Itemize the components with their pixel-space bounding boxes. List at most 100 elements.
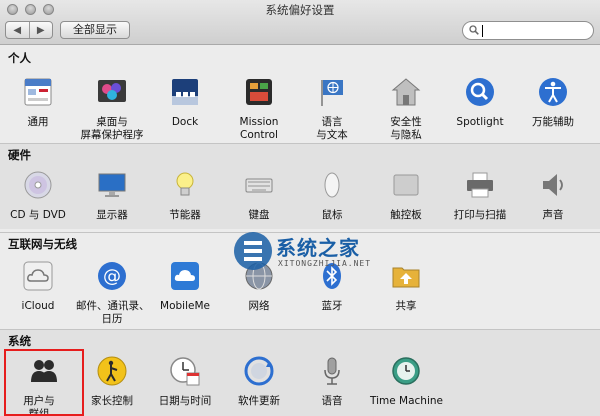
pref-icloud[interactable]: iCloud [2,260,74,313]
item-label: 家长控制 [91,395,133,407]
display-icon [98,173,126,197]
pref-software-update[interactable]: 软件更新 [223,355,295,408]
pref-cd-dvd[interactable]: CD 与 DVD [2,169,74,222]
time-machine-icon [392,357,420,385]
item-label: 蓝牙 [321,300,343,312]
search-input[interactable] [481,23,589,38]
section-label: 个人 [8,51,31,65]
item-label: 安全性 与隐私 [390,116,422,141]
watermark-text: 系统之家 [276,236,360,260]
system-preferences-window: 系统偏好设置 ◀ ▶ 全部显示 个人 通用 桌面与 屏幕保护程序 Dock Mi… [0,0,600,416]
item-label: 万能辅助 [532,116,574,128]
pref-dock[interactable]: Dock [149,76,221,129]
nav-buttons: ◀ ▶ [5,21,53,39]
spotlight-icon [466,78,494,106]
item-label: 键盘 [248,209,270,221]
pref-mobileme[interactable]: MobileMe [149,260,221,313]
trackpad-icon [393,174,419,196]
section-label: 硬件 [8,148,31,162]
watermark-subtext: XITONGZHIJIA.NET [278,259,372,268]
pref-time-machine[interactable]: Time Machine [370,355,443,408]
security-house-icon [391,78,421,106]
item-label: 显示器 [96,209,128,221]
back-button[interactable]: ◀ [6,22,29,38]
pref-desktop[interactable]: 桌面与 屏幕保护程序 [76,76,148,142]
text-caret [482,25,483,37]
microphone-icon [324,357,340,385]
item-label: 打印与扫描 [453,209,507,221]
search-icon [469,25,479,35]
title-toolbar: 系统偏好设置 ◀ ▶ 全部显示 [0,0,600,45]
pref-sound[interactable]: 声音 [517,169,589,222]
pref-speech[interactable]: 语音 [296,355,368,408]
svg-text:@: @ [103,266,121,287]
pref-mail-contacts-calendars[interactable]: @ 邮件、通讯录、 日历 [76,260,150,326]
watermark: 系统之家 XITONGZHIJIA.NET [232,226,392,276]
show-all-button[interactable]: 全部显示 [60,21,130,39]
item-label: 共享 [395,300,417,312]
item-label: Time Machine [370,395,443,407]
section-system: 系统 用户与 群组 家长控制 日期与时间 软件更新 语音 Time Machin… [0,329,600,416]
section-label: 系统 [8,334,31,348]
parental-controls-icon [97,356,127,386]
forward-button[interactable]: ▶ [28,22,53,38]
pref-parental-controls[interactable]: 家长控制 [76,355,148,408]
section-hardware: 硬件 CD 与 DVD 显示器 节能器 键盘 鼠标 触控板 打印与扫描 声音 [0,143,600,229]
item-label: 语言 与文本 [316,116,348,141]
dock-icon [172,79,198,105]
item-label: Spotlight [456,116,504,128]
pref-spotlight[interactable]: Spotlight [444,76,516,129]
pref-keyboard[interactable]: 键盘 [223,169,295,222]
pref-accessibility[interactable]: 万能辅助 [517,76,589,129]
mission-control-icon [246,79,272,105]
pref-date-time[interactable]: 日期与时间 [149,355,221,408]
mouse-icon [324,172,340,198]
keyboard-icon [245,178,273,193]
pref-trackpad[interactable]: 触控板 [370,169,442,222]
pref-security[interactable]: 安全性 与隐私 [370,76,442,142]
pref-energy-saver[interactable]: 节能器 [149,169,221,222]
pref-mouse[interactable]: 鼠标 [296,169,368,222]
item-label: 日期与时间 [158,395,212,407]
window-title: 系统偏好设置 [265,3,335,17]
accessibility-icon [539,78,567,106]
pref-print-scan[interactable]: 打印与扫描 [444,169,516,222]
at-sign-icon: @ [98,262,126,290]
light-bulb-icon [176,172,194,196]
mobileme-cloud-icon [171,262,199,290]
item-label: 软件更新 [238,395,280,407]
item-label: 语音 [321,395,343,407]
printer-icon [467,172,493,198]
item-label: 声音 [542,209,564,221]
pref-display[interactable]: 显示器 [76,169,148,222]
item-label: 触控板 [390,209,422,221]
item-label: 通用 [27,116,49,128]
section-divider [0,143,600,144]
item-label: 邮件、通讯录、 日历 [76,300,150,325]
language-flag-icon [321,80,343,106]
item-label: MobileMe [160,300,210,312]
desktop-screensaver-icon [98,80,126,102]
cd-dvd-icon [24,171,52,199]
highlight-box [4,349,84,416]
general-icon [24,78,52,106]
section-personal: 个人 通用 桌面与 屏幕保护程序 Dock Mission Control 语言… [0,46,600,142]
item-label: 节能器 [169,209,201,221]
watermark-logo-icon [234,232,272,270]
icloud-icon [23,261,53,291]
pref-general[interactable]: 通用 [2,76,74,129]
item-label: CD 与 DVD [10,209,66,221]
item-label: 鼠标 [321,209,343,221]
search-field[interactable] [462,21,594,40]
item-label: iCloud [21,300,55,312]
item-label: 桌面与 屏幕保护程序 [80,116,144,141]
item-label: 网络 [248,300,270,312]
software-update-icon [244,356,274,386]
clock-calendar-icon [170,357,200,386]
speaker-icon [543,174,563,196]
item-label: Dock [171,116,199,128]
pref-mission-control[interactable]: Mission Control [223,76,295,142]
sharing-folder-icon [392,267,420,288]
section-label: 互联网与无线 [8,237,77,251]
pref-language[interactable]: 语言 与文本 [296,76,368,142]
